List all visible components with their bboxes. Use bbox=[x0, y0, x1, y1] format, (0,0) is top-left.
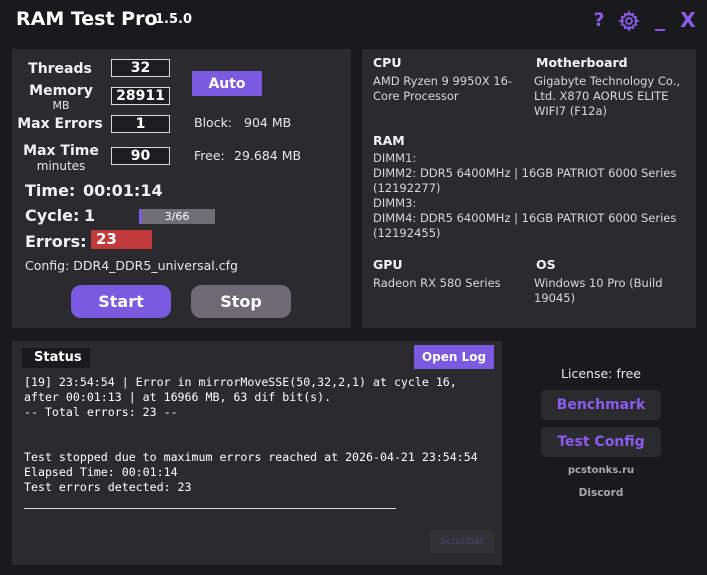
threads-field[interactable]: 32 bbox=[111, 59, 170, 77]
discord-link[interactable]: Discord bbox=[541, 487, 661, 499]
ram-title: RAM bbox=[373, 133, 405, 148]
motherboard-title: Motherboard bbox=[536, 55, 628, 70]
app-version: 1.5.0 bbox=[155, 12, 193, 27]
cycle-label: Cycle: bbox=[25, 206, 80, 225]
gear-icon[interactable] bbox=[617, 9, 641, 33]
cycle-progress-bar: 3/66 bbox=[139, 209, 215, 224]
test-config-button[interactable]: Test Config bbox=[541, 427, 661, 457]
cycle-progress-text: 3/66 bbox=[164, 210, 190, 223]
threads-label: Threads bbox=[28, 61, 92, 77]
max-errors-label: Max Errors bbox=[17, 116, 103, 132]
help-glyph: ? bbox=[593, 9, 605, 31]
license-text: License: free bbox=[561, 366, 641, 381]
scrollbar[interactable]: Scrollbar bbox=[430, 530, 494, 553]
cpu-title: CPU bbox=[373, 55, 402, 70]
ram-value: DIMM1: DIMM2: DDR5 6400MHz | 16GB PATRIO… bbox=[373, 151, 677, 240]
memory-field[interactable]: 28911 bbox=[111, 87, 170, 105]
max-time-unit: minutes bbox=[36, 159, 86, 173]
close-icon[interactable]: X bbox=[678, 7, 698, 33]
cycle-value: 1 bbox=[84, 206, 96, 225]
cpu-value: AMD Ryzen 9 9950X 16- Core Processor bbox=[373, 74, 513, 103]
start-button[interactable]: Start bbox=[71, 285, 171, 318]
website-link[interactable]: pcstonks.ru bbox=[541, 465, 661, 476]
time-value: 00:01:14 bbox=[83, 181, 163, 200]
max-errors-field[interactable]: 1 bbox=[111, 115, 170, 133]
memory-unit: MB bbox=[52, 99, 70, 112]
minimize-glyph: _ bbox=[655, 7, 665, 31]
max-time-label: Max Time bbox=[23, 143, 99, 159]
free-label: Free: bbox=[194, 148, 225, 163]
memory-label: Memory bbox=[29, 83, 93, 99]
app-title: RAM Test Pro bbox=[16, 8, 158, 30]
os-title: OS bbox=[536, 257, 556, 272]
gpu-title: GPU bbox=[373, 257, 403, 272]
motherboard-value: Gigabyte Technology Co., Ltd. X870 AORUS… bbox=[534, 74, 681, 118]
stop-button[interactable]: Stop bbox=[191, 285, 291, 318]
gpu-value: Radeon RX 580 Series bbox=[373, 276, 501, 290]
help-icon[interactable]: ? bbox=[590, 8, 608, 32]
status-log: [19] 23:54:54 | Error in mirrorMoveSSE(5… bbox=[24, 375, 478, 494]
errors-value: 23 bbox=[91, 230, 152, 249]
config-text: Config: DDR4_DDR5_universal.cfg bbox=[25, 258, 238, 273]
close-glyph: X bbox=[680, 8, 696, 32]
block-label: Block: bbox=[194, 115, 233, 130]
log-divider bbox=[24, 508, 396, 509]
block-value: 904 MB bbox=[244, 115, 292, 130]
open-log-button[interactable]: Open Log bbox=[414, 345, 494, 369]
time-label: Time: bbox=[25, 181, 76, 200]
free-value: 29.684 MB bbox=[234, 148, 302, 163]
benchmark-button[interactable]: Benchmark bbox=[541, 390, 661, 420]
auto-button[interactable]: Auto bbox=[192, 71, 262, 96]
minimize-icon[interactable]: _ bbox=[650, 6, 670, 32]
os-value: Windows 10 Pro (Build 19045) bbox=[534, 276, 663, 305]
status-title: Status bbox=[22, 348, 90, 368]
errors-label: Errors: bbox=[25, 232, 87, 251]
max-time-field[interactable]: 90 bbox=[111, 147, 170, 165]
